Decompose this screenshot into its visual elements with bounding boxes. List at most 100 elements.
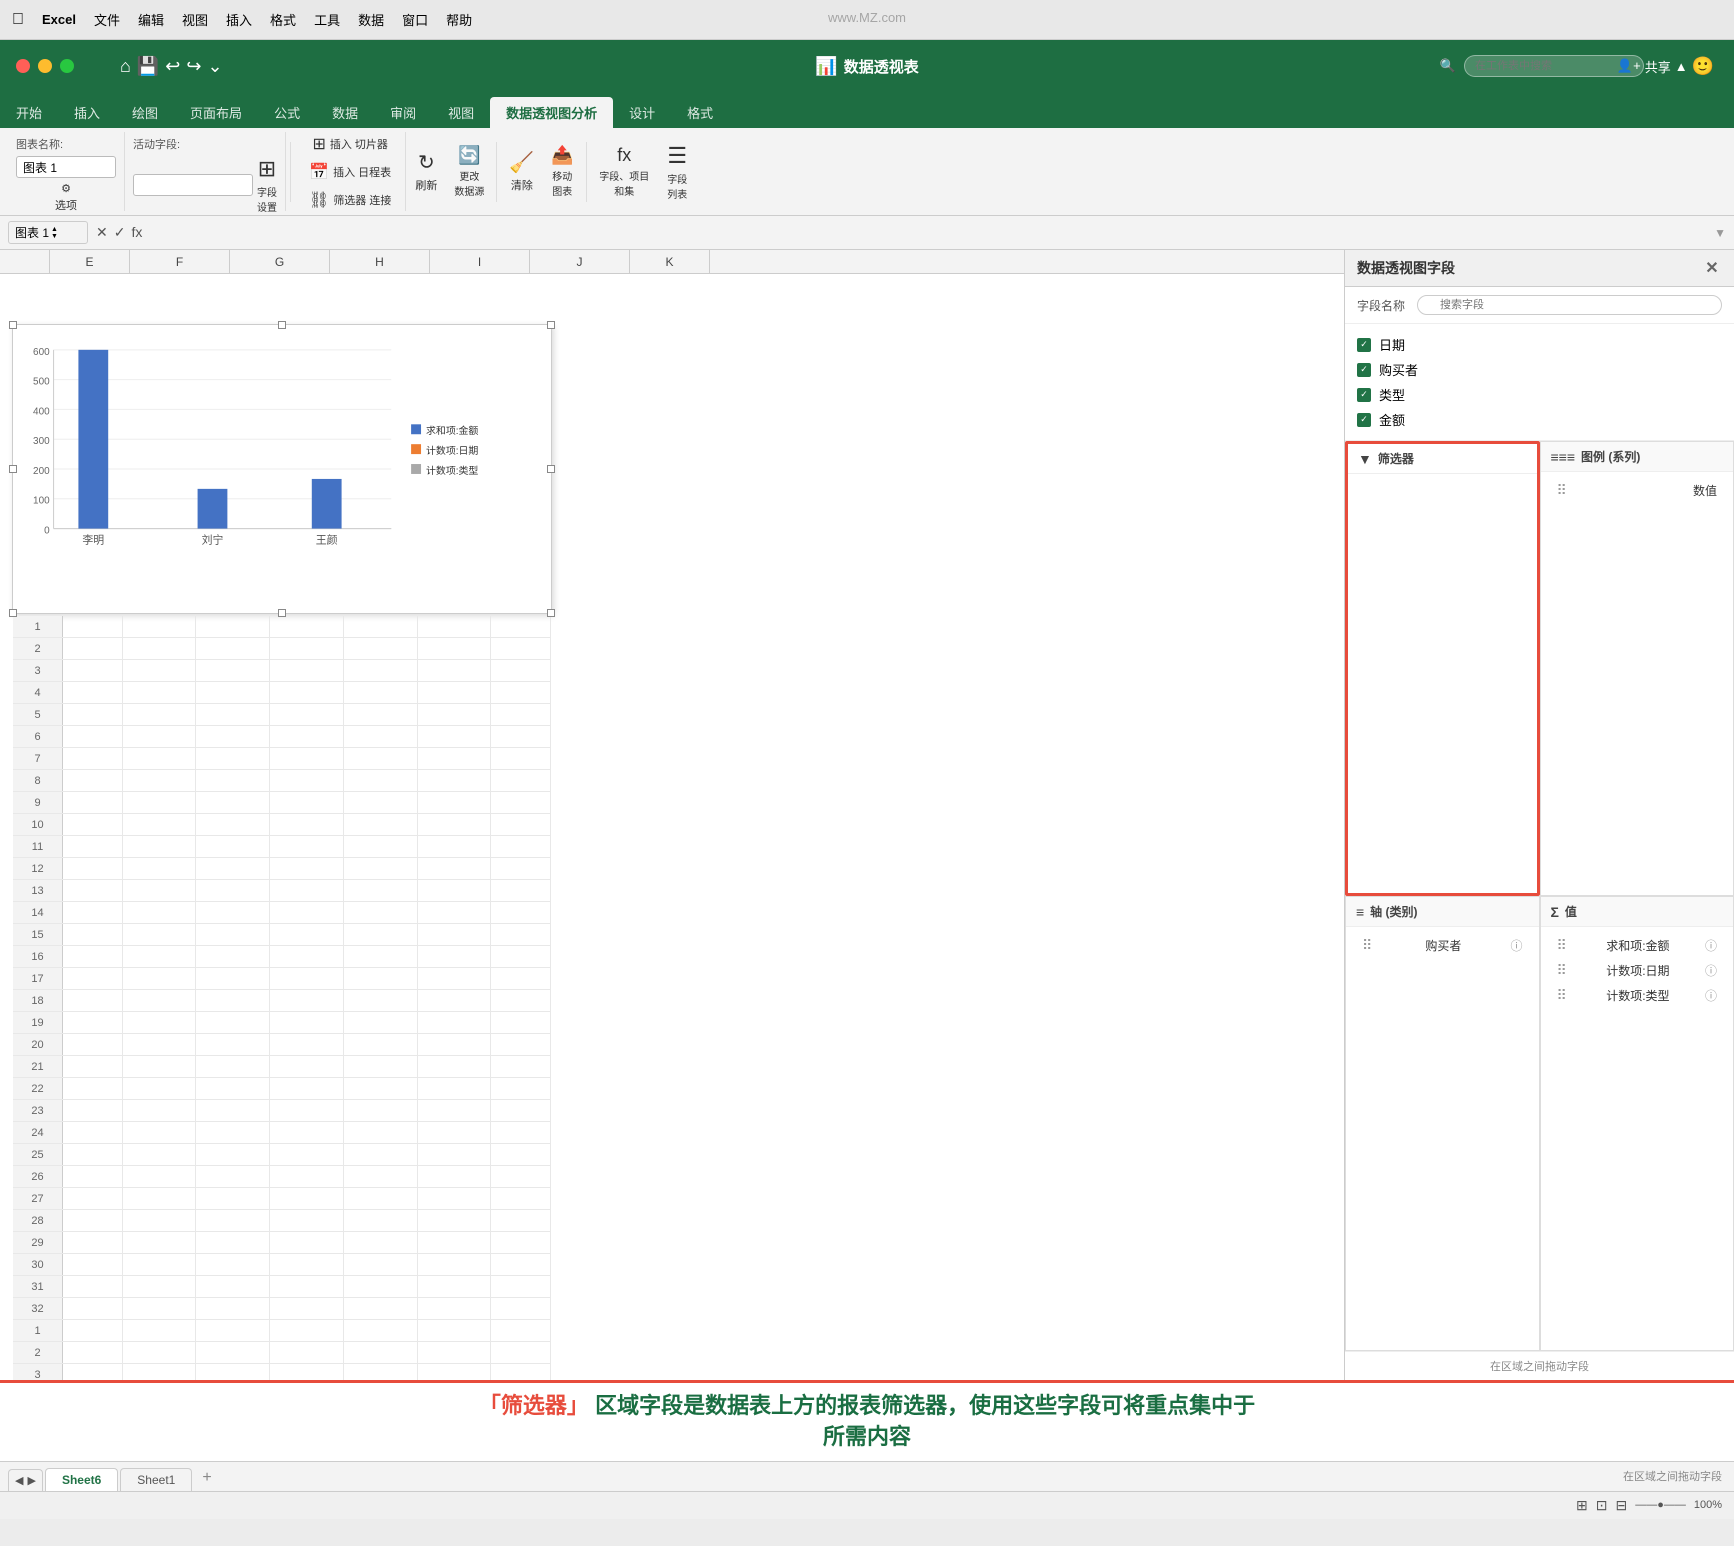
grid-cell[interactable] <box>270 1122 344 1143</box>
checkbox-buyer[interactable]: ✓ <box>1357 363 1371 377</box>
redo-icon[interactable]: ↪ <box>186 56 201 77</box>
insert-slicer-button[interactable]: ⊞ 插入 切片器 <box>301 131 399 157</box>
grid-cell[interactable] <box>491 1122 551 1143</box>
grid-cell[interactable] <box>491 638 551 659</box>
grid-cell[interactable] <box>196 968 270 989</box>
grid-cell[interactable] <box>344 814 418 835</box>
tab-review[interactable]: 审阅 <box>374 97 432 128</box>
grid-cell[interactable] <box>270 924 344 945</box>
grid-cell[interactable] <box>123 726 197 747</box>
grid-cell[interactable] <box>344 1166 418 1187</box>
values-item-count-type[interactable]: ⠿ 计数项:类型 ⓘ <box>1551 983 1724 1008</box>
grid-cell[interactable] <box>196 814 270 835</box>
fullscreen-button[interactable] <box>60 59 74 73</box>
grid-cell[interactable] <box>63 748 123 769</box>
field-item-buyer[interactable]: ✓ 购买者 <box>1357 357 1722 382</box>
grid-cell[interactable] <box>196 1364 270 1380</box>
grid-cell[interactable] <box>63 1056 123 1077</box>
field-item-amount[interactable]: ✓ 金额 <box>1357 407 1722 432</box>
formula-cancel[interactable]: ✕ <box>96 224 108 241</box>
formula-fx[interactable]: fx <box>131 224 142 241</box>
grid-cell[interactable] <box>270 1298 344 1319</box>
grid-cell[interactable] <box>418 616 492 637</box>
grid-cell[interactable] <box>196 748 270 769</box>
grid-cell[interactable] <box>63 1166 123 1187</box>
menu-format[interactable]: 格式 <box>270 10 296 29</box>
grid-cell[interactable] <box>418 858 492 879</box>
field-item-type[interactable]: ✓ 类型 <box>1357 382 1722 407</box>
grid-cell[interactable] <box>270 660 344 681</box>
resize-handle-bl[interactable] <box>9 609 17 617</box>
formula-confirm[interactable]: ✓ <box>114 224 126 241</box>
app-name[interactable]: Excel <box>42 12 76 27</box>
insert-timeline-button[interactable]: 📅 插入 日程表 <box>301 159 399 185</box>
col-header-h[interactable]: H <box>330 250 430 273</box>
grid-cell[interactable] <box>123 660 197 681</box>
grid-cell[interactable] <box>344 1188 418 1209</box>
grid-cell[interactable] <box>270 1100 344 1121</box>
grid-cell[interactable] <box>123 1232 197 1253</box>
grid-cell[interactable] <box>63 704 123 725</box>
grid-cell[interactable] <box>344 1012 418 1033</box>
grid-cell[interactable] <box>491 1056 551 1077</box>
grid-cell[interactable] <box>123 748 197 769</box>
grid-cell[interactable] <box>344 1056 418 1077</box>
refresh-button[interactable]: ↻ 刷新 <box>406 140 446 204</box>
grid-cell[interactable] <box>63 836 123 857</box>
col-header-i[interactable]: I <box>430 250 530 273</box>
grid-cell[interactable] <box>344 1276 418 1297</box>
grid-cell[interactable] <box>344 1144 418 1165</box>
apple-menu[interactable]:  <box>12 11 24 29</box>
share-label[interactable]: 共享 <box>1645 57 1671 76</box>
grid-cell[interactable] <box>123 946 197 967</box>
grid-cell[interactable] <box>491 704 551 725</box>
grid-cell[interactable] <box>418 1342 492 1363</box>
filter-conn-button[interactable]: ⛓ 筛选器 连接 <box>301 187 399 213</box>
layout-icon[interactable]: ⊟ <box>1615 1497 1627 1514</box>
resize-handle-r[interactable] <box>547 465 555 473</box>
grid-cell[interactable] <box>491 682 551 703</box>
grid-cell[interactable] <box>123 1364 197 1380</box>
tab-pivot-analyze[interactable]: 数据透视图分析 <box>490 97 613 128</box>
grid-cell[interactable] <box>344 946 418 967</box>
grid-cell[interactable] <box>491 880 551 901</box>
grid-cell[interactable] <box>270 1056 344 1077</box>
grid-cell[interactable] <box>63 1320 123 1341</box>
checkbox-amount[interactable]: ✓ <box>1357 413 1371 427</box>
grid-cell[interactable] <box>270 880 344 901</box>
grid-cell[interactable] <box>123 1078 197 1099</box>
home-icon[interactable]: ⌂ <box>120 56 131 77</box>
grid-cell[interactable] <box>123 858 197 879</box>
grid-cell[interactable] <box>63 1232 123 1253</box>
grid-cell[interactable] <box>63 1364 123 1380</box>
grid-cell[interactable] <box>270 902 344 923</box>
grid-cell[interactable] <box>63 990 123 1011</box>
grid-cell[interactable] <box>270 1232 344 1253</box>
grid-cell[interactable] <box>63 726 123 747</box>
menu-insert[interactable]: 插入 <box>226 10 252 29</box>
grid-cell[interactable] <box>196 1034 270 1055</box>
values-item-count-date[interactable]: ⠿ 计数项:日期 ⓘ <box>1551 958 1724 983</box>
grid-cell[interactable] <box>491 924 551 945</box>
grid-cell[interactable] <box>418 902 492 923</box>
checkbox-type[interactable]: ✓ <box>1357 388 1371 402</box>
grid-cell[interactable] <box>63 814 123 835</box>
grid-cell[interactable] <box>418 1210 492 1231</box>
col-header-j[interactable]: J <box>530 250 630 273</box>
values-item-sum-amount[interactable]: ⠿ 求和项:金额 ⓘ <box>1551 933 1724 958</box>
field-settings-button[interactable]: ⊞ 字段 设置 <box>257 156 277 214</box>
formula-dropdown[interactable]: ▼ <box>1714 226 1726 240</box>
grid-cell[interactable] <box>418 1254 492 1275</box>
grid-cell[interactable] <box>491 814 551 835</box>
grid-cell[interactable] <box>344 1298 418 1319</box>
grid-cell[interactable] <box>123 704 197 725</box>
tab-formula[interactable]: 公式 <box>258 97 316 128</box>
grid-cell[interactable] <box>270 792 344 813</box>
tab-page-layout[interactable]: 页面布局 <box>174 97 258 128</box>
smiley-icon[interactable]: 🙂 <box>1692 56 1714 77</box>
grid-cell[interactable] <box>344 1078 418 1099</box>
grid-cell[interactable] <box>344 770 418 791</box>
grid-cell[interactable] <box>344 1254 418 1275</box>
grid-cell[interactable] <box>123 770 197 791</box>
grid-cell[interactable] <box>196 616 270 637</box>
